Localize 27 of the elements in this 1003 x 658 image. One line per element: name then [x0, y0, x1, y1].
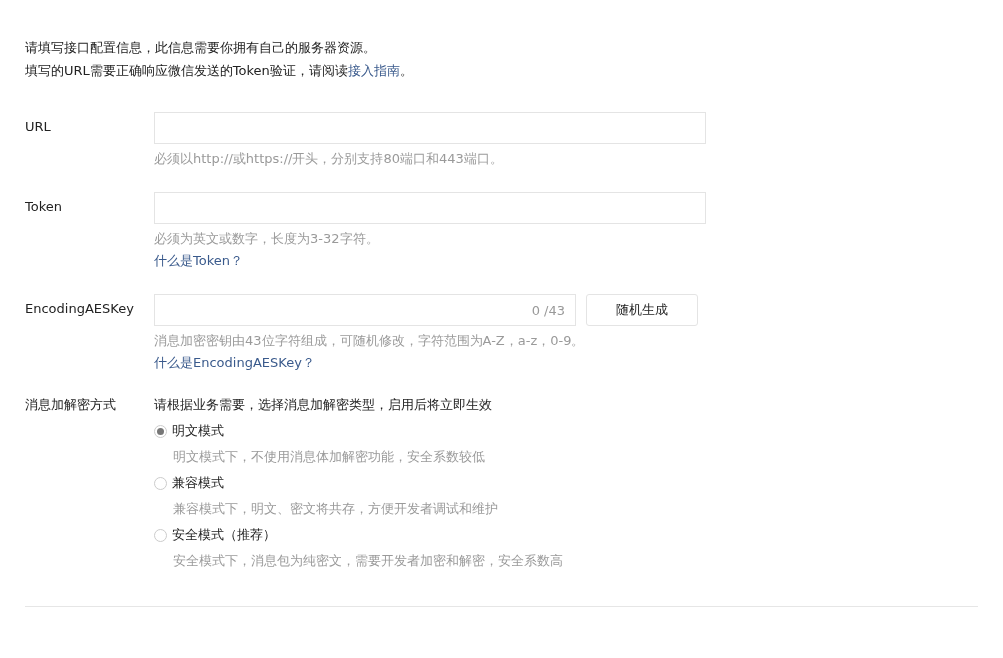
hint-text: 消息加密密钥由43位字符组成，可随机修改，字符范围为A-Z，a-z，0-9。 — [154, 332, 586, 350]
input-field[interactable] — [154, 192, 706, 224]
guide-link[interactable]: 接入指南 — [347, 63, 400, 78]
radio-button[interactable] — [154, 424, 167, 438]
field-label: URL — [25, 118, 52, 136]
intro-text: 。 — [399, 63, 413, 78]
field-label: Token — [25, 198, 63, 216]
option-label[interactable]: 兼容模式 — [172, 472, 224, 494]
hint-text: 明文模式下，不使用消息体加解密功能，安全系数较低 — [172, 448, 486, 466]
hint-text: 兼容模式下，明文、密文将共存，方便开发者调试和维护 — [172, 500, 499, 518]
hint-text: 安全模式下，消息包为纯密文，需要开发者加密和解密，安全系数高 — [172, 552, 564, 570]
option-label[interactable]: 安全模式（推荐） — [172, 524, 276, 546]
option-label[interactable]: 明文模式 — [172, 420, 224, 442]
character-counter: 0 /43 — [531, 302, 565, 318]
help-link[interactable]: 什么是Token？ — [154, 250, 978, 272]
intro-text: 填写的URL需要正确响应微信发送的Token验证，请阅读 — [25, 63, 348, 78]
generate-button[interactable]: 随机生成 — [586, 294, 698, 326]
field-label: EncodingAESKey — [25, 300, 135, 318]
intro-text: 请填写接口配置信息，此信息需要你拥有自己的服务器资源。 — [25, 39, 377, 57]
field-label: 消息加解密方式 — [25, 396, 117, 414]
input-field[interactable] — [154, 112, 706, 144]
description-text: 请根据业务需要，选择消息加解密类型，启用后将立即生效 — [154, 396, 493, 414]
hint-text: 必须以http://或https://开头，分别支持80端口和443端口。 — [154, 150, 504, 168]
radio-button[interactable] — [154, 528, 167, 542]
radio-button[interactable] — [154, 476, 167, 490]
hint-text: 必须为英文或数字，长度为3-32字符。 — [154, 230, 380, 248]
help-link[interactable]: 什么是EncodingAESKey？ — [154, 352, 978, 374]
